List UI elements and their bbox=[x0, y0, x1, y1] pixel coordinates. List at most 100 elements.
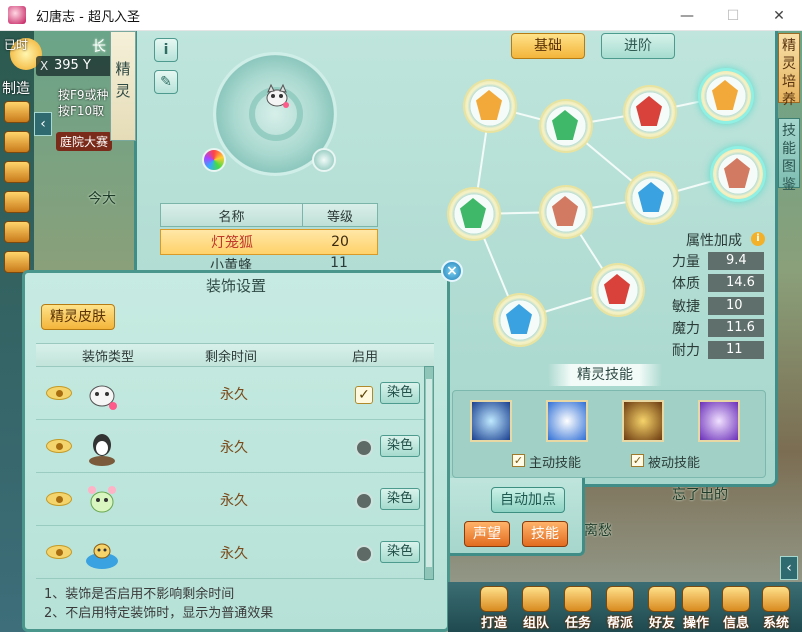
enable-checkbox[interactable] bbox=[355, 545, 373, 563]
talent-node-1[interactable] bbox=[465, 81, 515, 131]
color-wheel-icon[interactable] bbox=[202, 148, 226, 172]
info-button[interactable]: i bbox=[154, 38, 178, 62]
table-row[interactable]: 小黄蜂 11 bbox=[160, 255, 378, 269]
bottom-menu-bar: 打造 组队 任务 帮派 好友 操作 信息 系统 bbox=[448, 582, 802, 632]
attr-value: 9.4 bbox=[708, 252, 764, 270]
passive-skill-checkbox[interactable]: ✓ bbox=[631, 454, 644, 467]
enable-checkbox[interactable] bbox=[355, 439, 373, 457]
scroll-thumb[interactable] bbox=[426, 379, 432, 567]
header-enable: 启用 bbox=[352, 349, 379, 365]
hud-button-3[interactable] bbox=[4, 161, 30, 183]
scene-text-bottom: 离愁 bbox=[584, 523, 612, 539]
side-tab-skill-codex[interactable]: 技能图鉴 bbox=[778, 118, 800, 193]
menu-label: 组队 bbox=[522, 616, 549, 631]
deco-sprite-fox bbox=[89, 385, 117, 410]
dye-button[interactable]: 染色 bbox=[380, 488, 420, 510]
preview-eye-icon[interactable] bbox=[46, 492, 72, 506]
list-item[interactable]: 永久 ✓ 染色 bbox=[36, 368, 424, 420]
hud-button-1[interactable] bbox=[4, 101, 30, 123]
note-line-1: 1、装饰是否启用不影响剩余时间 bbox=[44, 587, 235, 602]
skill-spirit-icon[interactable] bbox=[698, 400, 740, 442]
preview-eye-icon[interactable] bbox=[46, 386, 72, 400]
skill-ice-icon[interactable] bbox=[470, 400, 512, 442]
time-label: 已时 bbox=[4, 38, 29, 52]
talent-node-2[interactable] bbox=[541, 101, 591, 151]
deco-sprite-wave-dragon bbox=[86, 543, 118, 569]
skill-slash-icon[interactable] bbox=[622, 400, 664, 442]
decoration-scrollbar[interactable] bbox=[424, 366, 434, 580]
reputation-button[interactable]: 声望 bbox=[464, 521, 510, 547]
talent-node-10[interactable] bbox=[495, 295, 545, 345]
dye-button[interactable]: 染色 bbox=[380, 541, 420, 563]
menu-label: 任务 bbox=[564, 616, 591, 631]
side-tab-spirit-training[interactable]: 精灵培养 bbox=[778, 33, 800, 108]
deco-sprite-penguin bbox=[89, 434, 115, 466]
list-item[interactable]: 永久 染色 bbox=[36, 421, 424, 473]
yard-contest-tag[interactable]: 庭院大赛 bbox=[56, 132, 113, 151]
green-gem-icon bbox=[552, 110, 578, 140]
header-level: 等级 bbox=[326, 209, 353, 225]
tab-basic[interactable]: 基础 bbox=[511, 33, 585, 59]
menu-label: 打造 bbox=[480, 616, 507, 631]
dialog-close-button[interactable]: × bbox=[441, 260, 463, 282]
menu-actions[interactable]: 操作 bbox=[676, 582, 716, 632]
menu-guild[interactable]: 帮派 bbox=[600, 582, 640, 632]
talent-node-3[interactable] bbox=[625, 87, 675, 137]
app-icon bbox=[8, 6, 26, 24]
blue-gem-icon bbox=[638, 182, 664, 212]
dye-button[interactable]: 染色 bbox=[380, 435, 420, 457]
spirit-vertical-tab[interactable]: 精灵 bbox=[110, 31, 136, 141]
hammer-icon bbox=[480, 586, 508, 612]
dye-button[interactable]: 染色 bbox=[380, 382, 420, 404]
list-item[interactable]: 永久 染色 bbox=[36, 527, 424, 579]
hud-button-5[interactable] bbox=[4, 221, 30, 243]
menu-label: 帮派 bbox=[606, 616, 633, 631]
window-title: 幻唐志 - 超凡入圣 bbox=[36, 9, 140, 25]
enable-checkbox[interactable] bbox=[355, 492, 373, 510]
craft-label[interactable]: 制造 bbox=[2, 78, 30, 98]
hud-button-4[interactable] bbox=[4, 191, 30, 213]
talent-node-7[interactable] bbox=[541, 187, 591, 237]
preview-eye-icon[interactable] bbox=[46, 545, 72, 559]
dialog-title: 装饰设置 bbox=[205, 277, 266, 295]
passive-skill-label: 被动技能 bbox=[648, 456, 701, 471]
attr-label: 体质 bbox=[672, 276, 700, 292]
menu-quest[interactable]: 任务 bbox=[558, 582, 598, 632]
list-item[interactable]: 永久 染色 bbox=[36, 474, 424, 526]
collapse-right-chevron-icon[interactable]: ‹ bbox=[780, 556, 798, 580]
hud-button-2[interactable] bbox=[4, 131, 30, 153]
menu-forge[interactable]: 打造 bbox=[474, 582, 514, 632]
menu-messages[interactable]: 信息 bbox=[716, 582, 756, 632]
tab-advanced[interactable]: 进阶 bbox=[601, 33, 675, 59]
skill-button[interactable]: 技能 bbox=[522, 521, 568, 547]
menu-team[interactable]: 组队 bbox=[516, 582, 556, 632]
auto-add-points-button[interactable]: 自动加点 bbox=[491, 487, 565, 513]
minimize-button[interactable]: — bbox=[664, 0, 710, 31]
talent-node-8[interactable] bbox=[449, 189, 499, 239]
spirit-skill-title: 精灵技能 bbox=[548, 364, 662, 386]
talent-node-4[interactable] bbox=[701, 71, 751, 121]
talent-node-5[interactable] bbox=[713, 149, 763, 199]
table-header: 名称 等级 bbox=[160, 203, 378, 227]
attribute-info-icon[interactable]: i bbox=[751, 232, 765, 246]
edit-button[interactable]: ✎ bbox=[154, 70, 178, 94]
tab-spirit-skin[interactable]: 精灵皮肤 bbox=[41, 304, 115, 330]
attr-strength: 力量 9.4 bbox=[672, 252, 764, 270]
attr-label: 耐力 bbox=[672, 343, 700, 359]
preview-eye-icon[interactable] bbox=[46, 439, 72, 453]
attr-constitution: 体质 14.6 bbox=[672, 274, 764, 292]
red-gem-icon bbox=[604, 274, 630, 304]
talent-node-6[interactable] bbox=[627, 173, 677, 223]
enable-checkbox[interactable]: ✓ bbox=[355, 386, 373, 404]
menu-system[interactable]: 系统 bbox=[756, 582, 796, 632]
spirit-list-table: 名称 等级 灯笼狐 20 小黄蜂 11 bbox=[160, 203, 378, 269]
close-window-button[interactable]: ✕ bbox=[756, 0, 802, 31]
spirit-name: 灯笼狐 bbox=[211, 235, 253, 251]
wing-icon[interactable] bbox=[312, 148, 336, 172]
table-row[interactable]: 灯笼狐 20 bbox=[160, 229, 378, 255]
skill-lightning-icon[interactable] bbox=[546, 400, 588, 442]
talent-node-9[interactable] bbox=[593, 265, 643, 315]
maximize-button[interactable]: ☐ bbox=[710, 0, 756, 31]
active-skill-checkbox[interactable]: ✓ bbox=[512, 454, 525, 467]
collapse-left-chevron-icon[interactable]: ‹ bbox=[34, 112, 52, 136]
